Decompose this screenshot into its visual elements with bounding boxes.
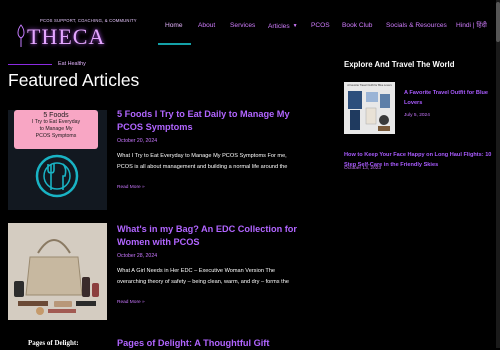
- thumb-line: to Manage My: [39, 126, 73, 132]
- page-title: Featured Articles: [8, 70, 140, 90]
- post-title-foods[interactable]: 5 Foods I Try to Eat Daily to Manage My …: [117, 108, 302, 134]
- thumb-caption: Pages of Delight:: [28, 339, 79, 347]
- foods-title-card: 5 Foods I Try to Eat Everyday to Manage …: [14, 110, 98, 149]
- handbag-photo-icon: [8, 223, 107, 320]
- nav-book-club[interactable]: Book Club: [342, 19, 372, 33]
- nav-home[interactable]: Home: [165, 19, 183, 33]
- nav-services[interactable]: Services: [230, 19, 255, 33]
- plate-cutlery-icon: [35, 154, 79, 198]
- post-thumbnail-foods[interactable]: 5 Foods I Try to Eat Everyday to Manage …: [8, 110, 107, 210]
- sidebar-post-title[interactable]: A Favorite Travel Outfit for Blue Lovers: [404, 88, 494, 108]
- post-excerpt: What I Try to Eat Everyday to Manage My …: [117, 153, 288, 170]
- thumb-line: I Try to Eat Everyday: [31, 119, 81, 125]
- nav-pcos[interactable]: PCOS: [311, 19, 330, 33]
- thumb-line: PCOS Symptoms: [35, 133, 77, 139]
- logo-tagline: PCOS SUPPORT, COACHING, & COMMUNITY: [40, 18, 137, 23]
- logo-mark-icon: [17, 24, 25, 47]
- thumb-line: 5 Foods: [43, 112, 69, 119]
- chevron-down-icon: ▼: [292, 23, 298, 29]
- post-title-pages[interactable]: Pages of Delight: A Thoughtful Gift: [117, 337, 302, 350]
- nav-articles[interactable]: Articles ▼: [268, 19, 298, 34]
- post-excerpt: What A Girl Needs in Her EDC – Executive…: [117, 268, 289, 285]
- sidebar-post-date: July 5, 2024: [404, 113, 430, 118]
- main-nav: Home About Services Articles ▼ PCOS Book …: [158, 19, 500, 39]
- sidebar-title: Explore And Travel The World: [344, 60, 455, 69]
- read-more-link[interactable]: Read More »: [117, 300, 145, 305]
- nav-socials-resources[interactable]: Socials & Resources: [386, 19, 447, 33]
- logo-wordmark: THECA: [27, 24, 106, 49]
- scrollbar-thumb[interactable]: [496, 2, 500, 42]
- eyebrow-divider: [8, 64, 52, 65]
- read-more-link[interactable]: Read More »: [117, 185, 145, 190]
- page-scrollbar[interactable]: [496, 0, 500, 348]
- post-thumbnail-bag[interactable]: [8, 223, 107, 320]
- section-eyebrow: Eat Healthy: [58, 61, 86, 67]
- nav-articles-label: Articles: [268, 23, 290, 30]
- post-date: October 28, 2024: [117, 253, 158, 259]
- nav-hindi[interactable]: Hindi | हिंदी: [456, 19, 487, 33]
- nav-active-underline: [158, 43, 191, 45]
- sidebar-thumbnail-outfit[interactable]: A Favorite Travel Outfit for Blue Lovers: [344, 82, 395, 134]
- sidebar-post-date: October 13, 2023: [344, 166, 382, 171]
- post-title-edc[interactable]: What's in my Bag? An EDC Collection for …: [117, 223, 302, 249]
- site-logo[interactable]: PCOS SUPPORT, COACHING, & COMMUNITY THEC…: [14, 18, 137, 49]
- post-date: October 20, 2024: [117, 138, 158, 144]
- nav-about[interactable]: About: [198, 19, 215, 33]
- outfit-photo-icon: [348, 91, 390, 131]
